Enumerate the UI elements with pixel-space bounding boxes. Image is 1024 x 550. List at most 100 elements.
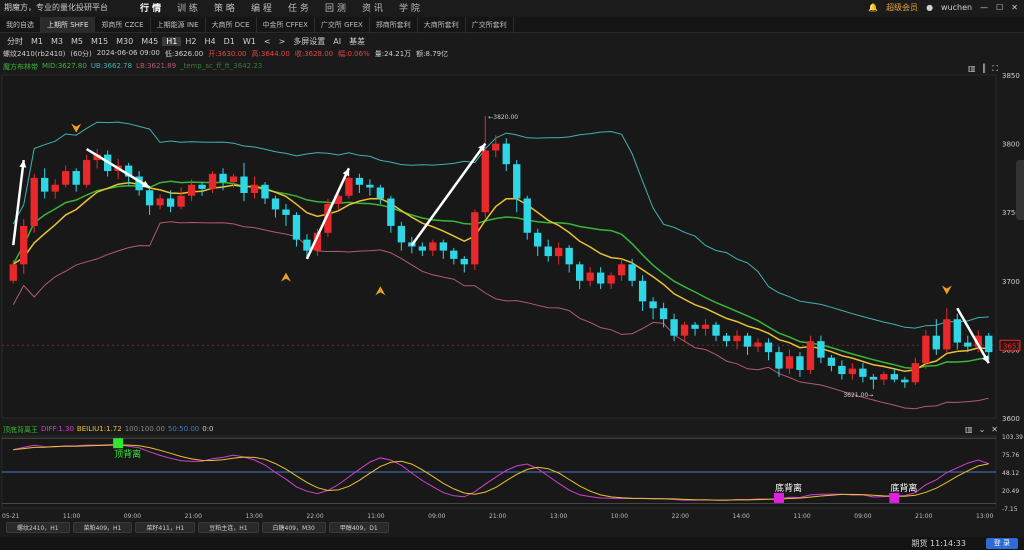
sub-100: 100:100.00 (124, 425, 165, 433)
chart-tab[interactable]: 菜粕409，H1 (72, 522, 133, 533)
sub-tick: 20.49 (1002, 488, 1019, 495)
sub-panel-icons: ▥ ⌄ ✕ (965, 425, 998, 434)
chevron-down-icon[interactable]: ⌄ (979, 425, 986, 434)
time-tick: 13:00 (246, 513, 263, 520)
candle-body (62, 171, 70, 185)
candle-body (859, 368, 867, 377)
sub-indicator-line: 顶底背离王 DIFF:1.30 BEILIU1:1.72 100:100.00 … (3, 425, 214, 435)
candle-body (817, 341, 825, 358)
candle-body (345, 177, 353, 196)
time-tick: 13:00 (976, 513, 993, 520)
candle-body (292, 214, 301, 240)
candle-body (565, 247, 573, 265)
candle-body (72, 171, 80, 185)
candle-body (51, 184, 59, 192)
chart-tab[interactable]: 白糖409，M30 (261, 522, 326, 533)
candle-body (82, 160, 91, 185)
candle-body (880, 374, 888, 380)
last-price-label: 3653 (1003, 342, 1021, 350)
candle-body (596, 272, 605, 284)
sub-tick: 103.39 (1002, 434, 1023, 441)
sub-indicator-name[interactable]: 顶底背离王 (3, 425, 38, 435)
divergence-label: 底背离 (775, 482, 802, 494)
time-tick: 21:00 (185, 513, 202, 520)
candle-body (261, 184, 269, 199)
candle-body (177, 195, 185, 207)
chart-area[interactable]: 3850380037503700365036003653←3820.003621… (0, 0, 1024, 520)
candle-body (534, 232, 542, 247)
candle-body (901, 379, 909, 383)
candle-body (397, 225, 406, 243)
candle-body (680, 324, 689, 336)
candle-body (282, 209, 290, 215)
candle-body (9, 264, 17, 281)
candle-body (41, 177, 49, 192)
close-icon[interactable]: ✕ (991, 425, 998, 434)
candle-body (922, 335, 930, 364)
sub-diff: DIFF:1.30 (41, 425, 74, 433)
time-tick: 21:00 (489, 513, 506, 520)
time-tick: 22:00 (306, 513, 323, 520)
candle-body (985, 335, 993, 353)
candle-body (943, 319, 951, 350)
candle-body (764, 342, 773, 353)
candle-body (670, 319, 678, 336)
candle-body (638, 280, 647, 302)
login-button[interactable]: 登 录 (985, 538, 1018, 549)
divergence-label: 顶背离 (114, 448, 141, 460)
candle-body (450, 250, 458, 259)
candle-body (418, 246, 427, 251)
time-tick: 10:00 (611, 513, 628, 520)
chart-tab[interactable]: 螺纹2410，H1 (6, 522, 70, 533)
candle-body (743, 335, 752, 347)
price-tick: 3700 (1002, 278, 1020, 286)
sub-tick: 48.12 (1002, 470, 1019, 477)
candle-body (145, 190, 154, 206)
bar-chart-icon[interactable]: ▥ (965, 425, 973, 434)
chart-tab[interactable]: 豆粕主连，H1 (198, 522, 259, 533)
status-bar: 期货 11:14:33 登 录 (0, 537, 1024, 550)
candle-body (366, 184, 374, 188)
trough-annotation: 3621.00→ (843, 392, 873, 399)
candle-body (240, 176, 248, 193)
candle-body (722, 335, 731, 342)
candle-body (513, 164, 521, 199)
candle-body (607, 275, 615, 284)
divergence-marker (889, 492, 900, 503)
candle-body (838, 365, 846, 375)
candle-body (617, 264, 626, 276)
chart-tab[interactable]: 甲醇409，D1 (328, 522, 389, 533)
side-drawer-handle[interactable] (1016, 160, 1024, 220)
candle-body (628, 264, 636, 281)
candle-body (575, 264, 584, 281)
sub-0: 0:0 (202, 425, 214, 433)
candle-body (523, 198, 531, 233)
candle-body (691, 324, 699, 329)
candle-body (439, 242, 447, 251)
divergence-marker (773, 492, 784, 503)
candle-body (198, 184, 206, 189)
candle-body (964, 342, 972, 347)
candle-body (355, 177, 364, 185)
time-tick: 22:00 (672, 513, 689, 520)
candle-body (733, 335, 741, 342)
sub-beiliu: BEILIU1:1.72 (76, 425, 122, 433)
chart-tab[interactable]: 菜籽411，H1 (135, 522, 196, 533)
candle-body (229, 176, 238, 183)
candle-body (701, 324, 710, 329)
candle-body (492, 143, 500, 151)
candle-body (796, 356, 804, 370)
candle-body (219, 173, 227, 183)
candle-body (271, 198, 280, 210)
main-chart-panel (1, 74, 997, 419)
time-tick: 09:00 (854, 513, 871, 520)
sub-50: 50:50.00 (167, 425, 200, 433)
time-tick: 11:00 (793, 513, 810, 520)
candle-body (806, 341, 815, 370)
candle-body (250, 184, 259, 193)
candle-body (208, 173, 217, 189)
candle-body (848, 368, 857, 375)
price-tick: 3600 (1002, 415, 1020, 423)
candle-body (911, 363, 920, 383)
candle-body (376, 187, 385, 199)
